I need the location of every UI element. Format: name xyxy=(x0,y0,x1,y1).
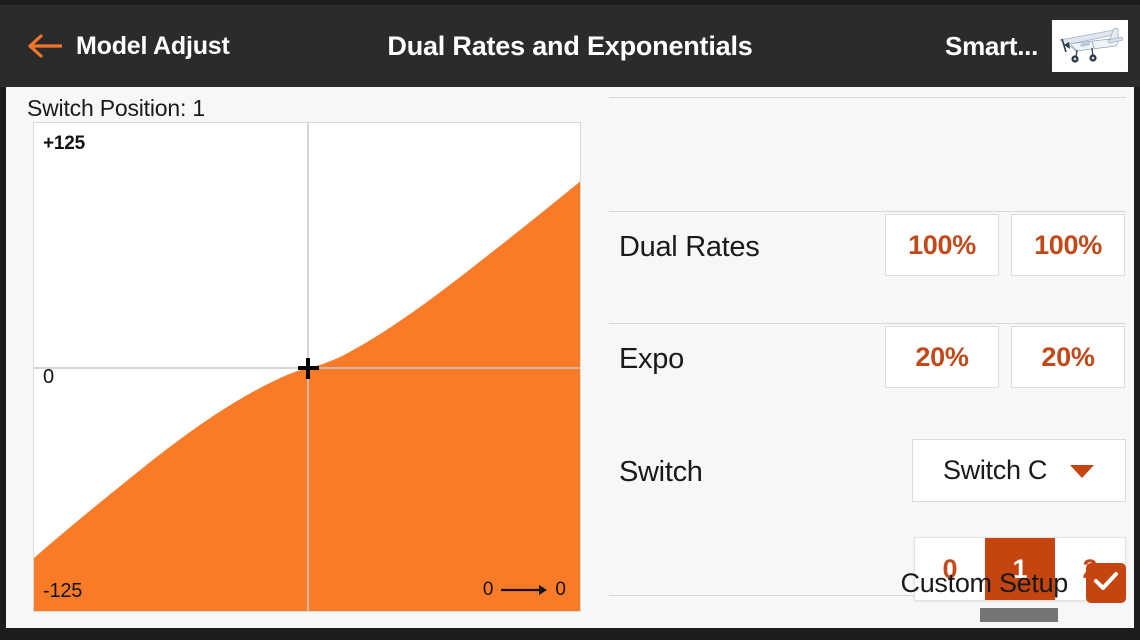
expo-curve-plot xyxy=(34,123,580,611)
expo-value-left[interactable]: 20% xyxy=(885,326,999,388)
check-icon xyxy=(1093,570,1119,597)
arrow-left-icon xyxy=(28,33,62,59)
axis-max-label: +125 xyxy=(43,133,85,154)
custom-setup-label: Custom Setup xyxy=(900,567,1069,598)
axis-min-label: -125 xyxy=(43,580,83,602)
expo-label: Expo xyxy=(619,343,684,375)
app-screen: Model Adjust Dual Rates and Exponentials… xyxy=(0,0,1140,640)
dual-rates-value-right[interactable]: 100% xyxy=(1011,214,1125,276)
expo-value-right[interactable]: 20% xyxy=(1011,326,1125,388)
switch-position-label: Switch Position: 1 xyxy=(27,95,205,121)
travel-readout: 0 0 xyxy=(483,579,566,601)
switch-dropdown[interactable]: Switch C xyxy=(912,439,1126,502)
expo-curve-graph[interactable]: +125 0 -125 0 0 xyxy=(33,122,581,612)
bottom-bezel xyxy=(0,628,1140,640)
back-button-label: Model Adjust xyxy=(76,31,230,60)
switch-label: Switch xyxy=(619,456,703,488)
divider xyxy=(609,323,1126,324)
model-selector[interactable]: Smart... xyxy=(945,5,1132,87)
app-header: Model Adjust Dual Rates and Exponentials… xyxy=(0,5,1140,87)
content-area: Switch Position: 1 +125 0 -125 0 0 Dual … xyxy=(0,87,1140,628)
custom-setup-checkbox[interactable] xyxy=(1086,563,1126,603)
divider xyxy=(609,211,1126,212)
axis-zero-label: 0 xyxy=(43,366,54,388)
travel-input-value: 0 xyxy=(482,579,494,600)
model-name-label: Smart... xyxy=(945,30,1038,61)
switch-dropdown-value: Switch C xyxy=(942,455,1048,485)
dual-rates-label: Dual Rates xyxy=(619,231,760,263)
travel-output-value: 0 xyxy=(555,579,566,600)
airplane-photo xyxy=(1052,20,1128,72)
dual-rates-value-left[interactable]: 100% xyxy=(885,214,999,276)
arrow-right-icon xyxy=(501,583,548,597)
custom-setup-row[interactable]: Custom Setup xyxy=(602,553,1134,613)
divider xyxy=(609,97,1126,98)
settings-panel: Dual Rates 100% 100% Expo 20% 20% Switch… xyxy=(602,87,1134,622)
curve-graph-panel: Switch Position: 1 +125 0 -125 0 0 xyxy=(20,87,588,622)
chevron-down-icon xyxy=(1069,463,1095,479)
back-button[interactable]: Model Adjust xyxy=(28,32,230,61)
